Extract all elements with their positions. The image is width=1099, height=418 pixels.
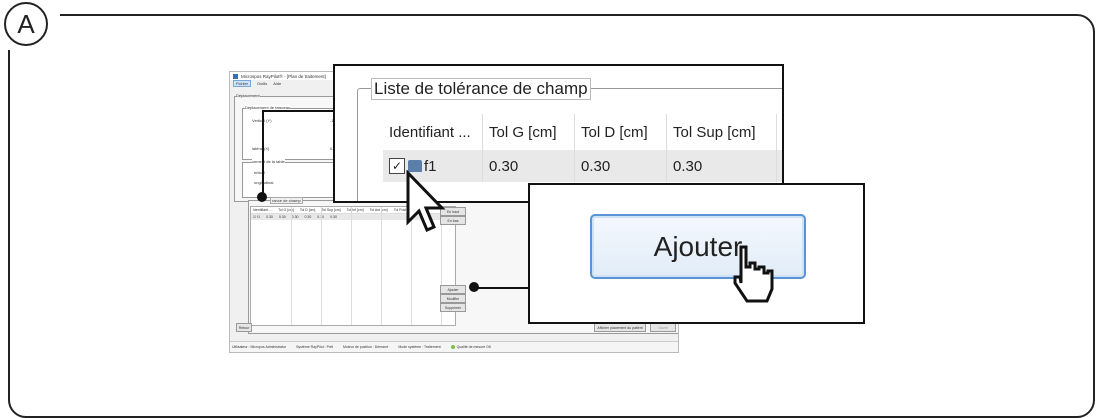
menu-aide[interactable]: Aide [273, 81, 281, 86]
col-tol-inf[interactable]: Tol Inf [cm] [347, 208, 364, 212]
row-tol-sup: 0.30 [291, 215, 299, 219]
status-system: Système RayPilot : Prêt [296, 345, 334, 349]
small-delete-button[interactable]: Supprimer [440, 303, 466, 312]
open-button[interactable]: Ouvrir [650, 323, 676, 332]
zoom-button-callout: Ajouter [528, 183, 865, 324]
zoom-row-tol-g: 0.30 [483, 150, 575, 182]
menu-fichier[interactable]: Fichier [233, 80, 252, 87]
zoom-row-tol-sup: 0.30 [667, 150, 777, 182]
connector-line-top-vertical [262, 110, 264, 198]
menu-outils[interactable]: Outils [257, 81, 267, 86]
status-user: Utilisateur : Micropos Administrator [232, 345, 287, 349]
show-patient-placement-button[interactable]: Afficher placement du patient [594, 323, 646, 332]
small-add-button[interactable]: Ajouter [440, 285, 466, 294]
connector-line-bottom [474, 287, 530, 289]
zoom-col-tol-g[interactable]: Tol G [cm] [483, 114, 575, 150]
row-tol-inf: 0.30 [304, 215, 312, 219]
row-tol-d: 0.30 [278, 215, 286, 219]
grid-line [351, 207, 352, 325]
zoom-row-tol-d: 0.30 [575, 150, 667, 182]
app-icon [233, 73, 238, 79]
row-tol-g: 0.30 [266, 215, 273, 219]
col-identifiant[interactable]: Identifiant ... [253, 208, 272, 212]
connector-line-top [262, 110, 334, 112]
grid-line [381, 207, 382, 325]
mouse-pointer-icon [406, 170, 446, 232]
col-tol-sup[interactable]: Tol Sup [cm] [321, 208, 340, 212]
lateral-label: latéral (X) [252, 146, 270, 151]
table-move-label: cement de la table [252, 159, 285, 164]
connector-dot-bottom [469, 282, 479, 292]
small-modify-button[interactable]: Modifier [440, 294, 466, 303]
grid-line [291, 207, 292, 325]
row-tol-post: 0.30 [330, 215, 337, 219]
status-quality: Qualité de mesure OK [450, 345, 491, 350]
status-bar: Utilisateur : Micropos Administrator Sys… [230, 341, 678, 352]
zoom-col-tol-d[interactable]: Tol D [cm] [575, 114, 667, 150]
tolerance-group-label: rance de champ [270, 197, 303, 204]
window-title: Microspos RayPilot® - [Plan de traitemen… [241, 73, 326, 79]
zoom-col-identifiant[interactable]: Identifiant ... [383, 114, 483, 150]
status-motor: Moteur de position : Démarré [343, 345, 389, 349]
grid-line [321, 207, 322, 325]
zoom-col-tol-sup[interactable]: Tol Sup [cm] [667, 114, 777, 150]
connector-dot-top [257, 192, 267, 202]
zoom-table-header: Identifiant ... Tol G [cm] Tol D [cm] To… [383, 114, 782, 150]
step-badge: A [4, 2, 48, 46]
col-tol-ant[interactable]: Tol Ant [cm] [370, 208, 388, 212]
col-tol-d[interactable]: Tol D [cm] [300, 208, 316, 212]
row-id: ☑ f1 [253, 215, 261, 219]
back-button[interactable]: Retour [236, 323, 252, 332]
tolerance-group-title: Liste de tolérance de champ [371, 78, 591, 100]
row-checkbox[interactable]: ✓ [389, 158, 405, 174]
hand-pointer-icon [733, 245, 774, 303]
status-ok-icon [450, 345, 455, 350]
deplacement-label: Déplacement [236, 93, 260, 98]
status-mode: Mode système : Traitement [398, 345, 441, 349]
